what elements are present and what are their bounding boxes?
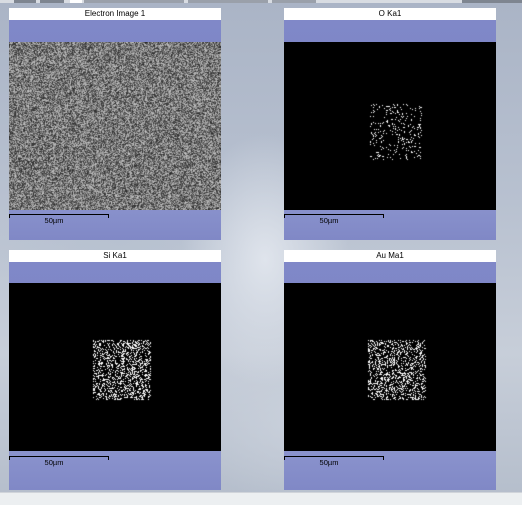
toolbar-field[interactable] (84, 0, 184, 3)
toolbar-button[interactable] (70, 0, 82, 3)
scale-bar: 50µm (9, 456, 109, 467)
map-panel-electron-image[interactable]: Electron Image 1 50µm (9, 8, 221, 240)
map-panel-au-ma1[interactable]: Au Ma1 50µm (284, 250, 496, 490)
toolbar-button[interactable] (40, 0, 64, 3)
element-map-au[interactable] (284, 283, 496, 451)
panel-title: O Ka1 (284, 8, 496, 20)
status-bar (0, 492, 522, 505)
electron-image[interactable] (9, 42, 221, 210)
toolbar-button[interactable] (462, 0, 522, 3)
toolbar-strip (0, 0, 522, 3)
element-map-o[interactable] (284, 42, 496, 210)
toolbar-field[interactable] (272, 0, 316, 3)
panel-title: Si Ka1 (9, 250, 221, 262)
toolbar-button[interactable] (14, 0, 36, 3)
scale-bar: 50µm (9, 214, 109, 225)
scale-bar: 50µm (284, 456, 384, 467)
element-map-si[interactable] (9, 283, 221, 451)
map-panel-o-ka1[interactable]: O Ka1 50µm (284, 8, 496, 240)
scale-bar-label: 50µm (319, 458, 339, 467)
map-panel-si-ka1[interactable]: Si Ka1 50µm (9, 250, 221, 490)
panel-title: Electron Image 1 (9, 8, 221, 20)
app-window: Electron Image 1 50µm O Ka1 50µm Si Ka1 … (0, 0, 522, 505)
scale-bar: 50µm (284, 214, 384, 225)
scale-bar-label: 50µm (319, 216, 339, 225)
scale-bar-label: 50µm (44, 458, 64, 467)
panel-title: Au Ma1 (284, 250, 496, 262)
scale-bar-label: 50µm (44, 216, 64, 225)
toolbar-field[interactable] (188, 0, 268, 3)
